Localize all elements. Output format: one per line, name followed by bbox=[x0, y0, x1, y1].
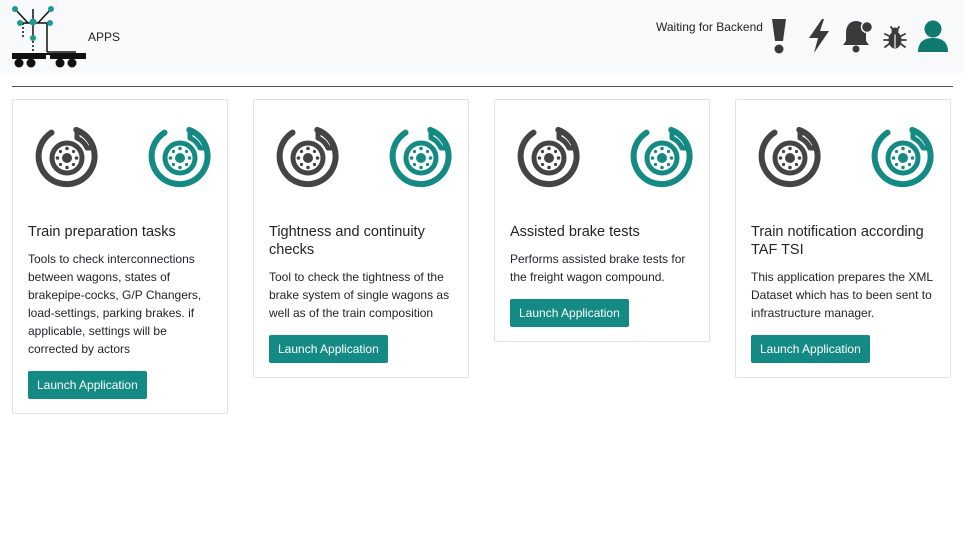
user-icon[interactable] bbox=[916, 19, 950, 53]
exclamation-icon[interactable] bbox=[768, 18, 790, 54]
card-title: Assisted brake tests bbox=[510, 224, 640, 240]
header-divider bbox=[12, 86, 953, 87]
card-title: Train notification according TAF TSI bbox=[751, 224, 924, 258]
app-card-tightness-continuity: Tightness and continuity checks Tool to … bbox=[253, 99, 469, 378]
top-navbar: APPS Waiting for Backend bbox=[0, 0, 964, 73]
launch-application-button[interactable]: Launch Application bbox=[510, 299, 629, 327]
backend-status-text: Waiting for Backend bbox=[656, 20, 763, 34]
brake-disc-icon bbox=[867, 121, 937, 191]
brake-disc-icon bbox=[385, 121, 455, 191]
card-description: This application prepares the XML Datase… bbox=[751, 270, 933, 320]
app-card-train-notification: Train notification according TAF TSI Thi… bbox=[735, 99, 951, 378]
brake-disc-icon bbox=[31, 121, 101, 191]
card-description: Tool to check the tightness of the brake… bbox=[269, 270, 450, 320]
brake-disc-icon bbox=[513, 121, 583, 191]
bell-icon[interactable] bbox=[842, 18, 874, 54]
card-description: Tools to check interconnections between … bbox=[28, 252, 202, 356]
card-title: Train preparation tasks bbox=[28, 224, 176, 240]
app-card-assisted-brake-tests: Assisted brake tests Performs assisted b… bbox=[494, 99, 710, 342]
card-description: Performs assisted brake tests for the fr… bbox=[510, 252, 686, 284]
app-title[interactable]: APPS bbox=[88, 30, 120, 44]
brake-disc-icon bbox=[272, 121, 342, 191]
brake-disc-icon bbox=[626, 121, 696, 191]
train-network-logo[interactable] bbox=[10, 6, 90, 68]
bug-icon[interactable] bbox=[883, 23, 907, 51]
brake-disc-icon bbox=[754, 121, 824, 191]
launch-application-button[interactable]: Launch Application bbox=[28, 371, 147, 399]
lightning-icon[interactable] bbox=[806, 18, 832, 54]
brake-disc-icon bbox=[144, 121, 214, 191]
launch-application-button[interactable]: Launch Application bbox=[751, 335, 870, 363]
card-title: Tightness and continuity checks bbox=[269, 224, 425, 258]
app-card-train-preparation: Train preparation tasks Tools to check i… bbox=[12, 99, 228, 414]
launch-application-button[interactable]: Launch Application bbox=[269, 335, 388, 363]
